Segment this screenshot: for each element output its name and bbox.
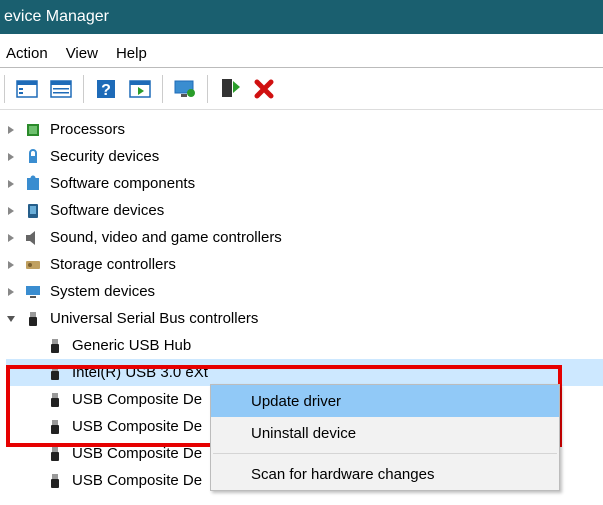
tree-label: Intel(R) USB 3.0 eXt [72, 364, 208, 381]
ctx-label: Update driver [251, 393, 341, 410]
toolbar-btn-monitor[interactable] [169, 73, 201, 105]
context-menu: Update driver Uninstall device Scan for … [210, 384, 560, 491]
tree-category-software-components[interactable]: Software components [6, 170, 603, 197]
tree-label: Storage controllers [50, 256, 176, 273]
tree-item-intel-usb3[interactable]: Intel(R) USB 3.0 eXt [6, 359, 603, 386]
update-driver-icon [173, 77, 197, 101]
toolbar-btn-enable[interactable] [214, 73, 246, 105]
tree-category-sound[interactable]: Sound, video and game controllers [6, 224, 603, 251]
toolbar-btn-scan-small[interactable] [124, 73, 156, 105]
svg-text:?: ? [101, 82, 111, 99]
details-pane-icon [15, 77, 39, 101]
tree-category-processors[interactable]: Processors [6, 116, 603, 143]
enable-device-icon [218, 77, 242, 101]
chevron-right-icon [6, 206, 16, 216]
usb-plug-icon [46, 364, 64, 382]
chevron-right-icon [6, 287, 16, 297]
puzzle-icon [24, 175, 42, 193]
security-icon [24, 148, 42, 166]
tree-label: Universal Serial Bus controllers [50, 310, 258, 327]
uninstall-icon [252, 77, 276, 101]
tree-item-generic-usb-hub[interactable]: Generic USB Hub [6, 332, 603, 359]
tree-label: Software components [50, 175, 195, 192]
ctx-scan-hardware[interactable]: Scan for hardware changes [211, 458, 559, 490]
tree-category-security[interactable]: Security devices [6, 143, 603, 170]
usb-plug-icon [46, 445, 64, 463]
chevron-right-icon [6, 179, 16, 189]
tree-label: Software devices [50, 202, 164, 219]
toolbar-separator [207, 75, 208, 103]
processor-icon [24, 121, 42, 139]
chevron-right-icon [6, 233, 16, 243]
menu-action[interactable]: Action [6, 45, 48, 62]
storage-icon [24, 256, 42, 274]
ctx-uninstall-device[interactable]: Uninstall device [211, 417, 559, 449]
tree-label: USB Composite De [72, 418, 202, 435]
usb-plug-icon [46, 337, 64, 355]
tree-label: Sound, video and game controllers [50, 229, 282, 246]
tree-category-software-devices[interactable]: Software devices [6, 197, 603, 224]
menu-view[interactable]: View [66, 45, 98, 62]
toolbar-separator [162, 75, 163, 103]
toolbar-btn-help[interactable]: ? [90, 73, 122, 105]
tree-label: Processors [50, 121, 125, 138]
chevron-down-icon [6, 314, 16, 324]
toolbar-separator [83, 75, 84, 103]
tree-category-storage[interactable]: Storage controllers [6, 251, 603, 278]
tree-label: USB Composite De [72, 391, 202, 408]
ctx-update-driver[interactable]: Update driver [211, 385, 559, 417]
window-titlebar: evice Manager [0, 0, 603, 34]
toolbar-btn-list[interactable] [45, 73, 77, 105]
toolbar-btn-details[interactable] [11, 73, 43, 105]
ctx-label: Scan for hardware changes [251, 466, 434, 483]
usb-plug-icon [46, 418, 64, 436]
tree-category-system[interactable]: System devices [6, 278, 603, 305]
scan-icon [128, 77, 152, 101]
software-device-icon [24, 202, 42, 220]
toolbar-separator [4, 75, 5, 103]
chevron-right-icon [6, 125, 16, 135]
speaker-icon [24, 229, 42, 247]
usb-plug-icon [46, 472, 64, 490]
tree-label: USB Composite De [72, 472, 202, 489]
ctx-separator [213, 453, 557, 454]
tree-label: System devices [50, 283, 155, 300]
tree-label: USB Composite De [72, 445, 202, 462]
computer-icon [24, 283, 42, 301]
list-view-icon [49, 77, 73, 101]
ctx-label: Uninstall device [251, 425, 356, 442]
usb-plug-icon [46, 391, 64, 409]
usb-icon [24, 310, 42, 328]
toolbar: ? [0, 68, 603, 110]
toolbar-btn-uninstall[interactable] [248, 73, 280, 105]
window-title: evice Manager [4, 8, 109, 26]
menu-help[interactable]: Help [116, 45, 147, 62]
help-icon: ? [94, 77, 118, 101]
tree-label: Generic USB Hub [72, 337, 191, 354]
chevron-right-icon [6, 152, 16, 162]
tree-category-usb[interactable]: Universal Serial Bus controllers [6, 305, 603, 332]
chevron-right-icon [6, 260, 16, 270]
tree-label: Security devices [50, 148, 159, 165]
menu-bar: Action View Help [0, 40, 603, 68]
